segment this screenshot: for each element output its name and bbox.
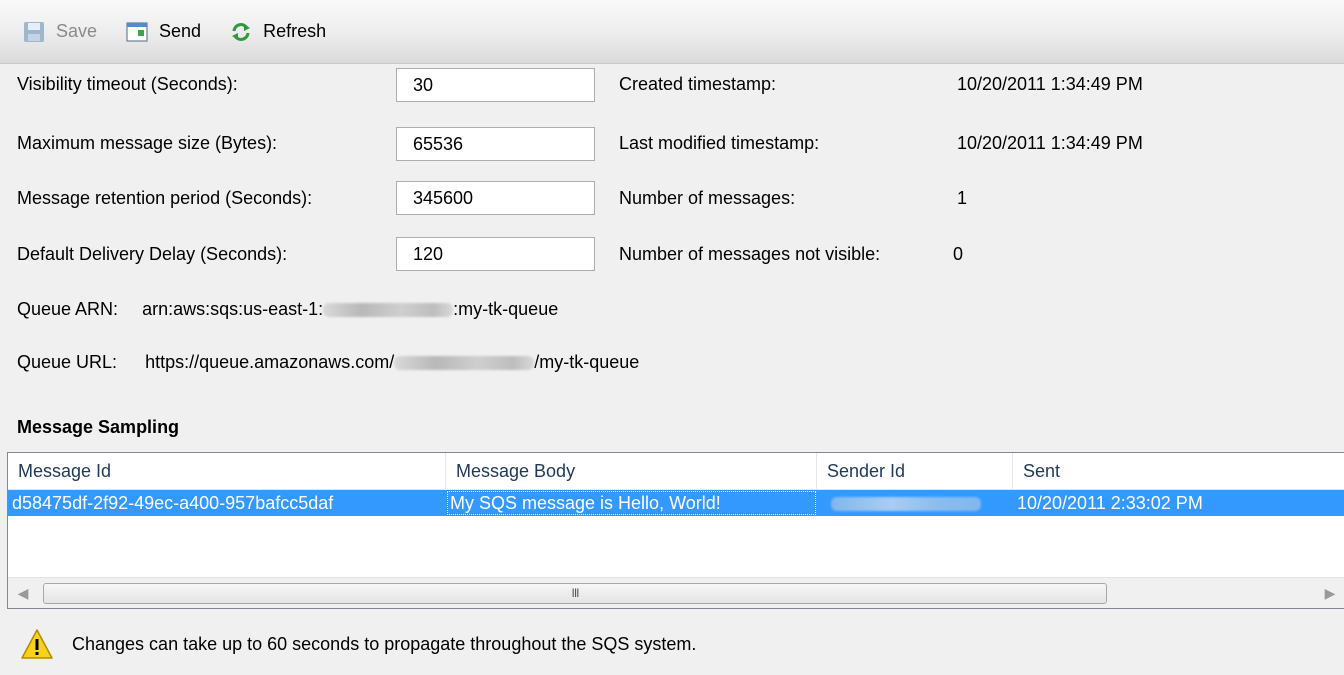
notice-bar: Changes can take up to 60 seconds to pro… — [20, 628, 696, 660]
send-label: Send — [159, 21, 202, 41]
cell-sent: 10/20/2011 2:33:02 PM — [1017, 493, 1203, 513]
not-visible-label: Number of messages not visible: — [619, 244, 881, 264]
scroll-right-icon[interactable]: ▶ — [1315, 578, 1344, 608]
delivery-delay-label: Default Delivery Delay (Seconds): — [17, 244, 288, 264]
redacted-account-id — [323, 303, 454, 318]
send-icon — [126, 21, 148, 42]
column-header-message-body[interactable]: Message Body — [446, 453, 817, 489]
visibility-timeout-field[interactable]: 30 — [396, 68, 595, 102]
queue-url-row: Queue URL: https://queue.amazonaws.com/ /… — [17, 352, 639, 373]
table-row[interactable]: d58475df-2f92-49ec-a400-957bafcc5daf My … — [8, 490, 1344, 516]
delivery-delay-field[interactable]: 120 — [396, 237, 595, 271]
redacted-account-id — [394, 356, 535, 371]
not-visible-value: 0 — [953, 244, 964, 264]
created-timestamp-label: Created timestamp: — [619, 74, 777, 94]
refresh-icon — [232, 22, 251, 41]
toolbar: Save Send Refresh — [0, 0, 1344, 64]
column-header-sender-id[interactable]: Sender Id — [817, 453, 1013, 489]
cell-message-body: My SQS message is Hello, World! — [446, 490, 817, 516]
num-messages-label: Number of messages: — [619, 188, 796, 208]
modified-timestamp-value: 10/20/2011 1:34:49 PM — [957, 133, 1143, 153]
save-button[interactable]: Save — [12, 12, 107, 52]
retention-period-field[interactable]: 345600 — [396, 181, 595, 215]
save-icon — [24, 21, 44, 42]
queue-arn-prefix: arn:aws:sqs:us-east-1: — [142, 299, 324, 319]
save-label: Save — [56, 21, 98, 41]
send-button[interactable]: Send — [115, 12, 211, 52]
queue-url-label: Queue URL: — [17, 352, 118, 372]
refresh-button[interactable]: Refresh — [219, 12, 336, 52]
queue-arn-suffix: :my-tk-queue — [453, 299, 559, 319]
queue-url-prefix: https://queue.amazonaws.com/ — [145, 352, 395, 372]
num-messages-value: 1 — [957, 188, 968, 208]
warning-icon — [21, 629, 53, 659]
cell-sender-id — [817, 490, 1013, 516]
notice-text: Changes can take up to 60 seconds to pro… — [72, 633, 697, 654]
horizontal-scrollbar[interactable]: ◀ III ▶ — [8, 577, 1344, 608]
scroll-left-icon[interactable]: ◀ — [8, 578, 38, 608]
message-sampling-grid[interactable]: Message Id Message Body Sender Id Sent d… — [7, 452, 1344, 609]
queue-arn-label: Queue ARN: — [17, 299, 119, 319]
max-message-size-label: Maximum message size (Bytes): — [17, 133, 278, 153]
created-timestamp-value: 10/20/2011 1:34:49 PM — [957, 74, 1143, 94]
visibility-timeout-label: Visibility timeout (Seconds): — [17, 74, 238, 94]
max-message-size-field[interactable]: 65536 — [396, 127, 595, 161]
message-sampling-title: Message Sampling — [17, 417, 180, 437]
refresh-label: Refresh — [263, 21, 327, 41]
retention-period-label: Message retention period (Seconds): — [17, 188, 313, 208]
column-header-message-id[interactable]: Message Id — [8, 453, 446, 489]
modified-timestamp-label: Last modified timestamp: — [619, 133, 820, 153]
queue-url-suffix: /my-tk-queue — [534, 352, 640, 372]
grid-header: Message Id Message Body Sender Id Sent — [8, 453, 1344, 490]
redacted-sender-id — [831, 497, 981, 512]
cell-message-id: d58475df-2f92-49ec-a400-957bafcc5daf — [12, 493, 334, 513]
column-header-sent[interactable]: Sent — [1013, 453, 1344, 489]
scroll-thumb[interactable]: III — [43, 583, 1107, 604]
queue-arn-row: Queue ARN: arn:aws:sqs:us-east-1: :my-tk-… — [17, 299, 558, 320]
